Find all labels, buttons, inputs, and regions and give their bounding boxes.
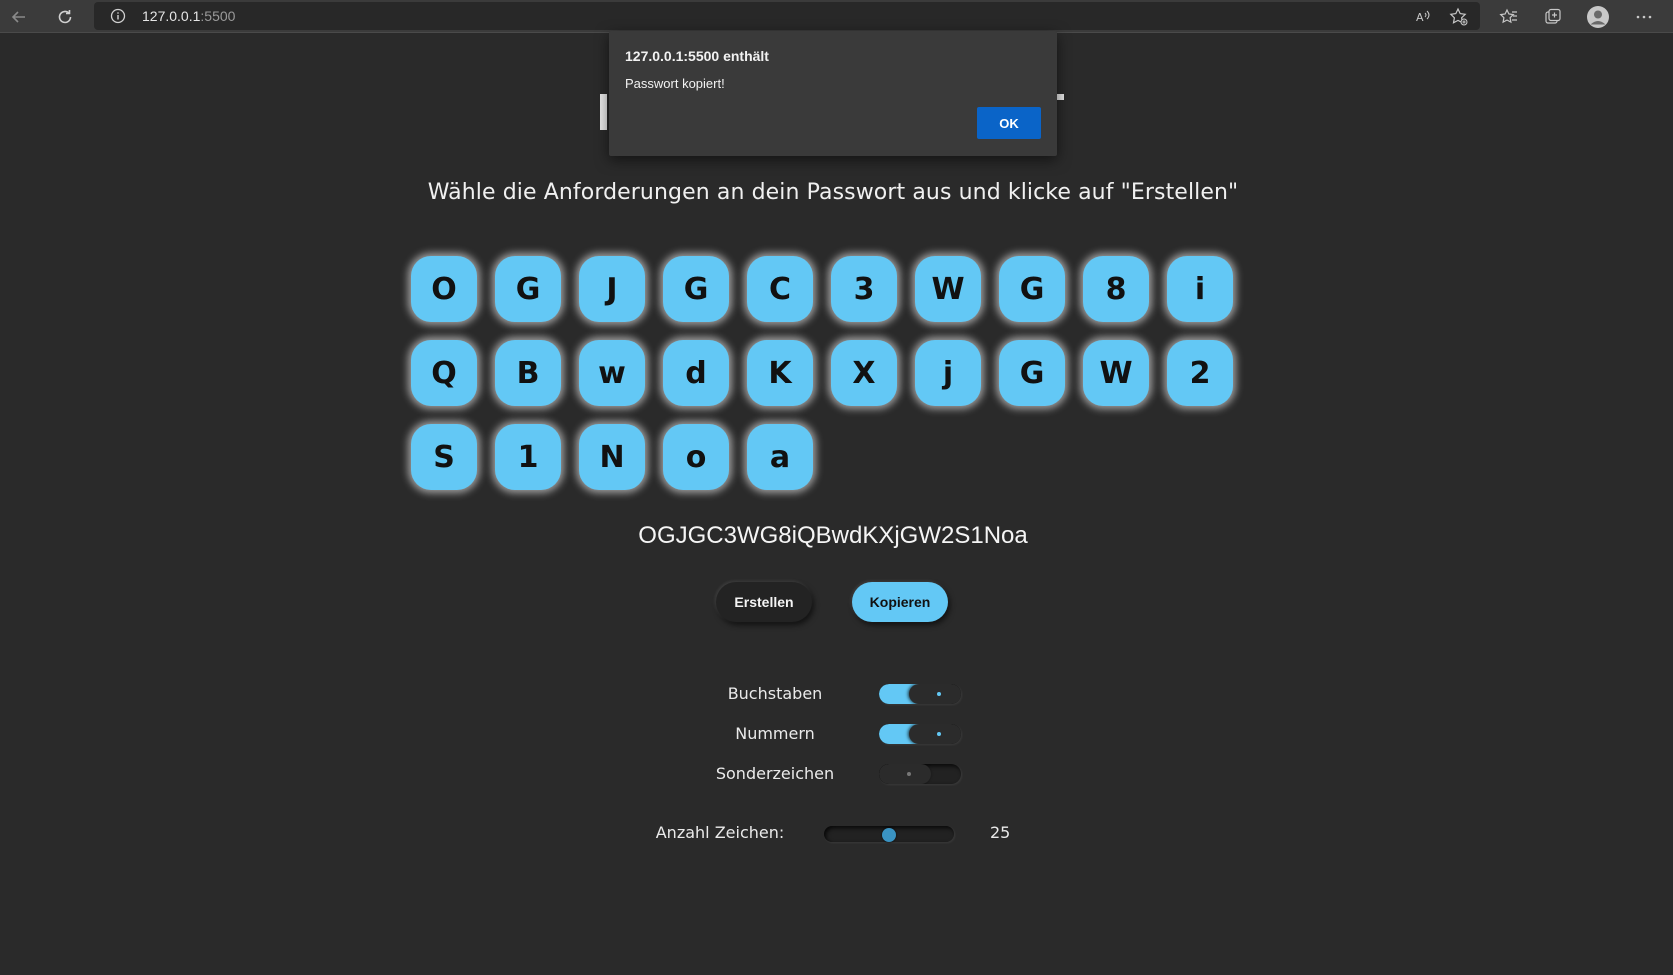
character-tile: G	[495, 256, 561, 322]
svg-text:A: A	[1416, 11, 1424, 24]
toggle-knob	[909, 724, 961, 744]
letters-toggle[interactable]	[879, 684, 961, 704]
browser-toolbar: 127.0.0.1:5500 A	[0, 0, 1673, 33]
length-label: Anzahl Zeichen:	[655, 823, 785, 842]
character-tile: 2	[1167, 340, 1233, 406]
character-tile: i	[1167, 256, 1233, 322]
toggle-dot	[937, 732, 941, 736]
address-host: 127.0.0.1	[142, 8, 201, 24]
alert-dialog: 127.0.0.1:5500 enthält Passwort kopiert!…	[609, 31, 1057, 156]
character-tile: C	[747, 256, 813, 322]
numbers-toggle[interactable]	[879, 724, 961, 744]
length-slider[interactable]	[824, 826, 954, 842]
toggle-dot	[907, 772, 911, 776]
character-tile: W	[915, 256, 981, 322]
address-port: :5500	[200, 8, 236, 24]
favorites-icon[interactable]	[1496, 4, 1522, 30]
profile-icon[interactable]	[1585, 4, 1611, 30]
create-button[interactable]: Erstellen	[716, 582, 812, 622]
length-slider-thumb[interactable]	[882, 828, 896, 842]
info-icon[interactable]	[110, 8, 126, 28]
page-content: Wähle die Anforderungen an dein Passwort…	[0, 34, 1673, 975]
character-tile: a	[747, 424, 813, 490]
collections-icon[interactable]	[1540, 4, 1566, 30]
character-tile: 3	[831, 256, 897, 322]
dialog-ok-button[interactable]: OK	[977, 107, 1041, 139]
read-aloud-icon[interactable]: A	[1410, 4, 1436, 30]
copy-button[interactable]: Kopieren	[852, 582, 948, 622]
character-tile: O	[411, 256, 477, 322]
character-tile: Q	[411, 340, 477, 406]
toggle-knob	[909, 684, 961, 704]
more-icon[interactable]	[1631, 4, 1657, 30]
character-tile: o	[663, 424, 729, 490]
special-characters-toggle[interactable]	[879, 764, 961, 784]
add-favorite-icon[interactable]	[1446, 4, 1472, 30]
character-tile: j	[915, 340, 981, 406]
character-tile: N	[579, 424, 645, 490]
option-label-letters: Buchstaben	[727, 684, 823, 703]
address-bar[interactable]: 127.0.0.1:5500	[94, 2, 1480, 30]
toggle-knob	[879, 764, 931, 784]
character-tile: G	[999, 340, 1065, 406]
character-tile: d	[663, 340, 729, 406]
character-tile: W	[1083, 340, 1149, 406]
address-url: 127.0.0.1:5500	[142, 8, 235, 24]
character-tile: G	[999, 256, 1065, 322]
instructions-text: Wähle die Anforderungen an dein Passwort…	[427, 180, 1239, 205]
dialog-message: Passwort kopiert!	[625, 76, 725, 91]
reload-icon[interactable]	[52, 4, 78, 30]
character-tile: 8	[1083, 256, 1149, 322]
toggle-dot	[937, 692, 941, 696]
dialog-title: 127.0.0.1:5500 enthält	[625, 48, 769, 64]
length-value: 25	[990, 823, 1011, 842]
character-tile: 1	[495, 424, 561, 490]
character-tile: w	[579, 340, 645, 406]
character-tile: G	[663, 256, 729, 322]
option-label-special: Sonderzeichen	[715, 764, 835, 783]
option-label-numbers: Nummern	[735, 724, 815, 743]
back-arrow-icon[interactable]	[6, 4, 32, 30]
character-tile: S	[411, 424, 477, 490]
character-tile: K	[747, 340, 813, 406]
character-tile: X	[831, 340, 897, 406]
title-glyph-fragment-left	[600, 94, 607, 130]
character-tile: J	[579, 256, 645, 322]
character-tile: B	[495, 340, 561, 406]
password-output: OGJGC3WG8iQBwdKXjGW2S1Noa	[638, 522, 1028, 549]
